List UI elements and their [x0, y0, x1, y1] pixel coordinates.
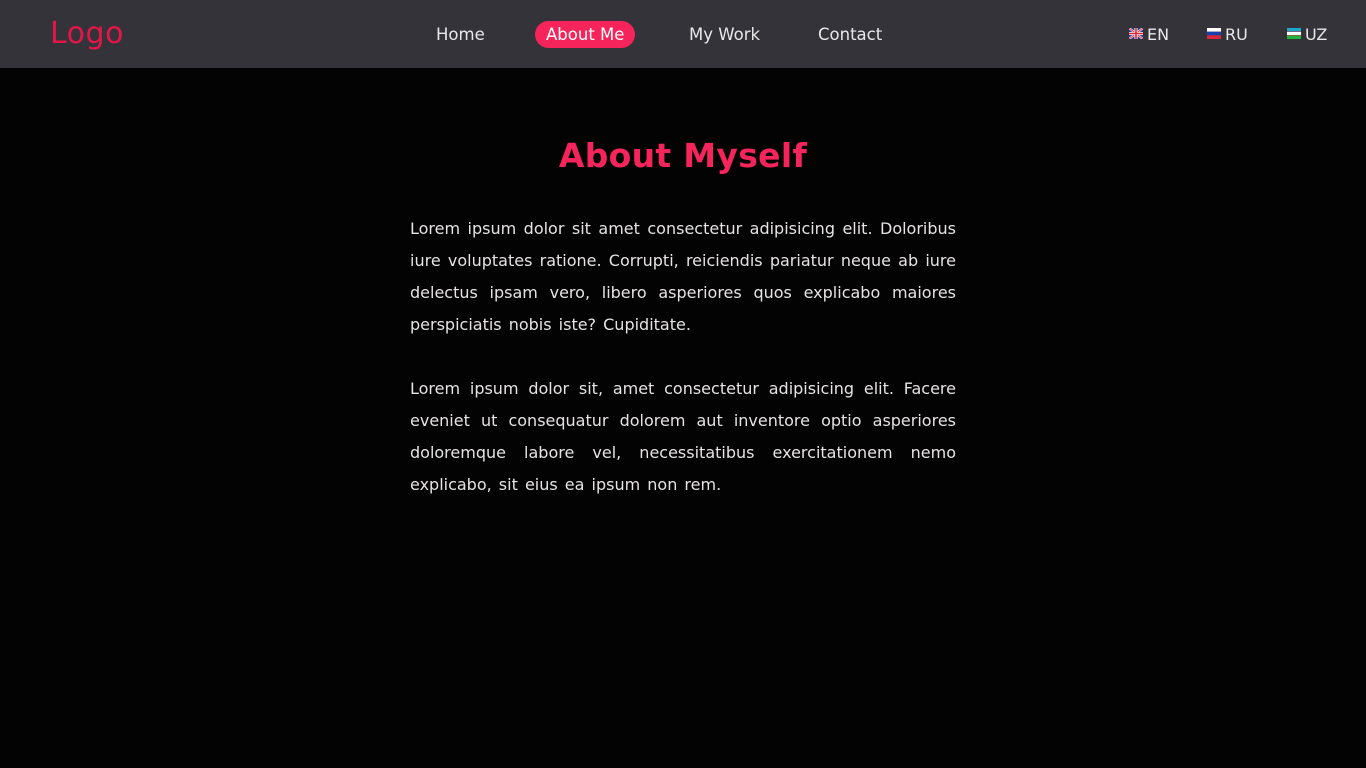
language-uz-label: UZ: [1305, 25, 1328, 44]
nav-link-my-work[interactable]: My Work: [678, 21, 771, 48]
uk-flag-icon: [1129, 28, 1143, 39]
nav-link-home[interactable]: Home: [425, 21, 496, 48]
about-paragraph-1: Lorem ipsum dolor sit amet consectetur a…: [410, 219, 956, 334]
about-paragraph-2: Lorem ipsum dolor sit, amet consectetur …: [410, 379, 956, 494]
language-en[interactable]: EN: [1129, 21, 1169, 48]
uzbekistan-flag-icon: [1287, 28, 1301, 39]
language-ru[interactable]: RU: [1207, 21, 1248, 48]
page-title: About Myself: [558, 136, 808, 175]
about-section: About Myself Lorem ipsum dolor sit amet …: [410, 128, 956, 501]
nav-link-contact[interactable]: Contact: [807, 21, 893, 48]
top-navbar: Logo Home About Me My Work Contact EN RU…: [0, 0, 1366, 68]
language-ru-label: RU: [1225, 25, 1248, 44]
language-en-label: EN: [1147, 25, 1170, 44]
language-uz[interactable]: UZ: [1287, 21, 1327, 48]
russia-flag-icon: [1207, 28, 1221, 39]
nav-link-about-me[interactable]: About Me: [535, 21, 636, 48]
